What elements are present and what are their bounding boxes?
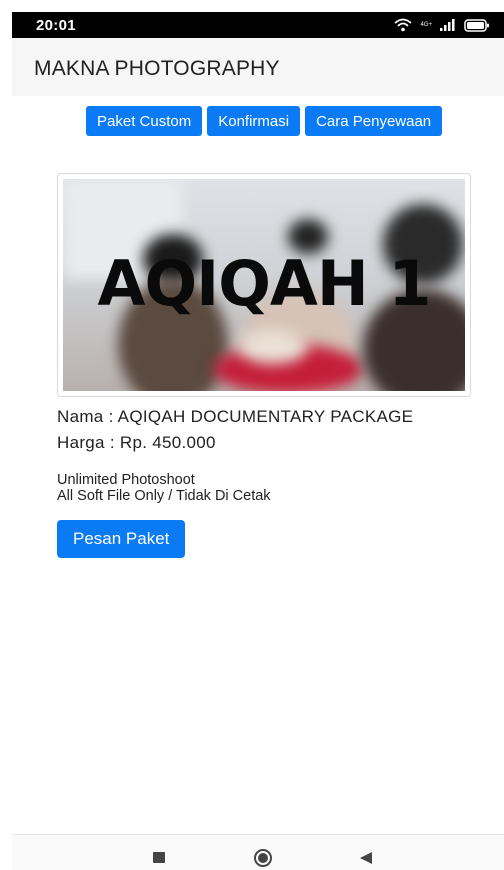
package-info: Nama : AQIQAH DOCUMENTARY PACKAGE Harga … <box>57 407 413 459</box>
package-photo: AQIQAH 1 <box>63 179 465 391</box>
konfirmasi-button[interactable]: Konfirmasi <box>207 106 301 136</box>
status-time: 20:01 <box>36 16 76 34</box>
cara-penyewaan-button[interactable]: Cara Penyewaan <box>305 106 443 136</box>
package-image-card: AQIQAH 1 <box>57 173 471 397</box>
description-line: Unlimited Photoshoot <box>57 472 195 488</box>
network-type-label: 4G+ <box>420 22 432 28</box>
wifi-icon <box>394 18 413 32</box>
top-nav-buttons: Paket Custom Konfirmasi Cara Penyewaan <box>86 106 443 136</box>
pesan-paket-button[interactable]: Pesan Paket <box>57 520 186 558</box>
package-description: Unlimited Photoshoot All Soft File Only … <box>57 472 271 504</box>
description-line: All Soft File Only / Tidak Di Cetak <box>57 488 271 504</box>
battery-icon <box>464 18 489 32</box>
status-icons: 4G+ <box>394 18 490 32</box>
app-title: MAKNA PHOTOGRAPHY <box>34 57 280 80</box>
app-bar: MAKNA PHOTOGRAPHY <box>12 38 504 96</box>
status-bar: 20:01 4G+ <box>12 12 504 38</box>
recents-icon[interactable] <box>153 852 165 863</box>
system-nav-bar <box>12 834 504 870</box>
package-name: Nama : AQIQAH DOCUMENTARY PACKAGE <box>57 407 414 426</box>
package-image-title: AQIQAH 1 <box>97 247 431 320</box>
home-icon[interactable] <box>254 849 272 867</box>
back-icon[interactable] <box>360 852 372 864</box>
signal-icon <box>440 19 455 31</box>
paket-custom-button[interactable]: Paket Custom <box>86 106 203 136</box>
package-price: Harga : Rp. 450.000 <box>57 433 216 452</box>
